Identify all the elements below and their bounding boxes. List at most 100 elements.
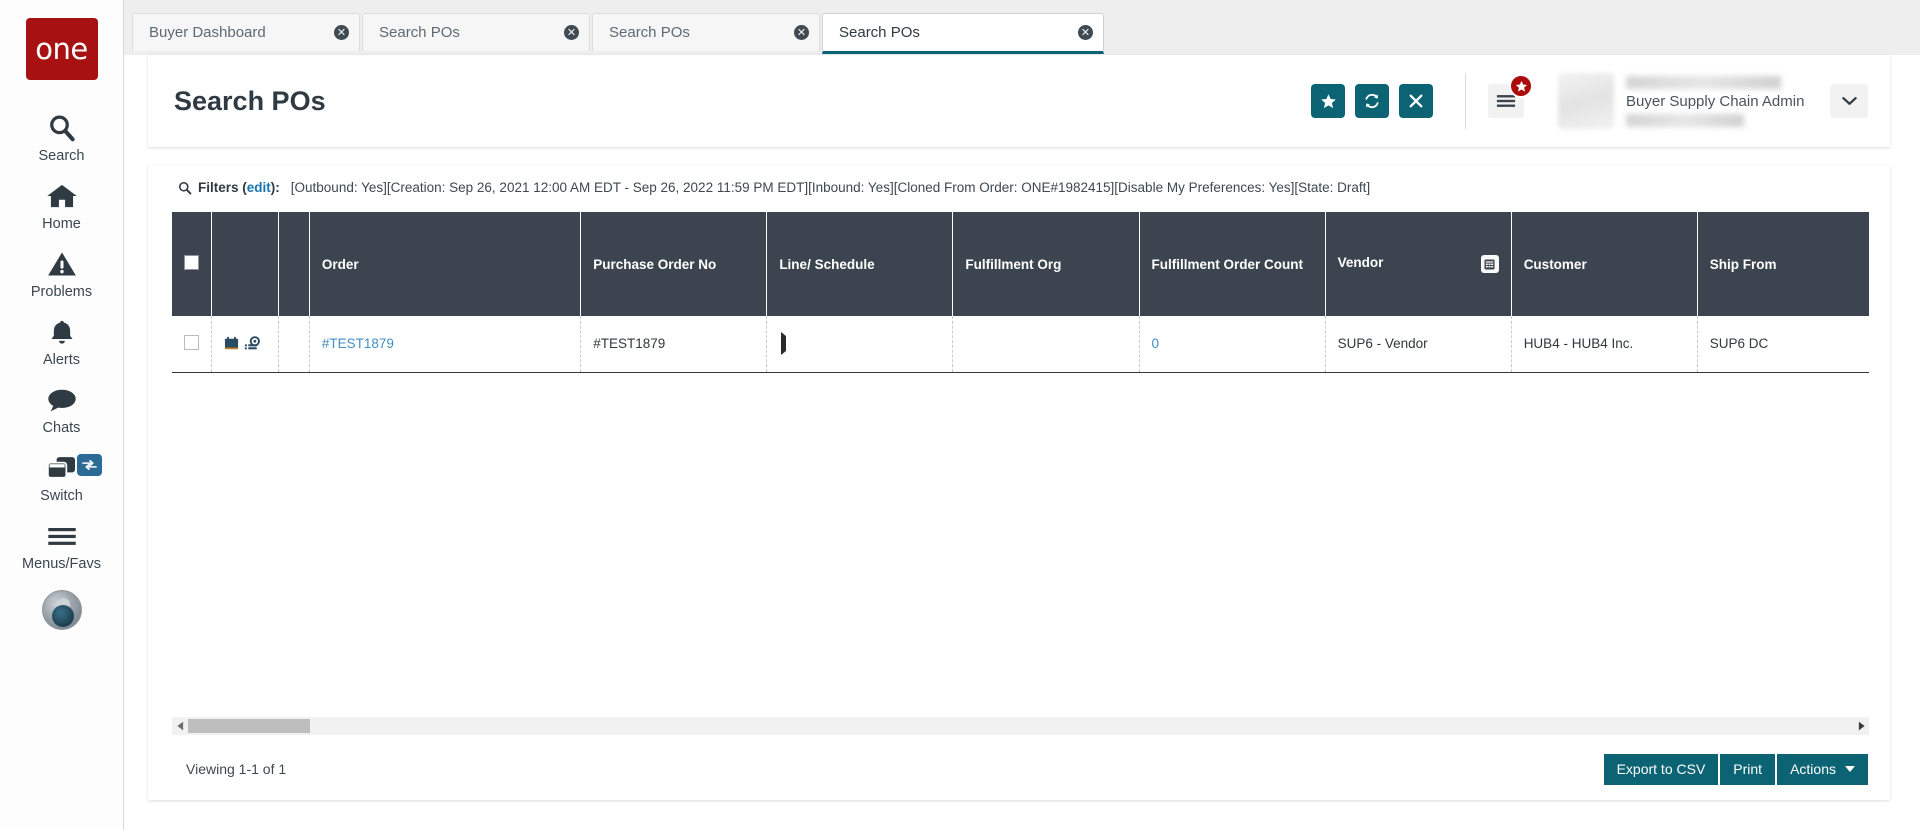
purchase-orders-table: Order Purchase Order No Line/ Schedule F… bbox=[172, 212, 1869, 373]
fulfillment-order-count-link[interactable]: 0 bbox=[1152, 336, 1160, 351]
rail-item-search[interactable]: Search bbox=[0, 102, 124, 170]
rail-item-problems[interactable]: Problems bbox=[0, 238, 124, 306]
tab-search-pos-1[interactable]: Search POs ✕ bbox=[362, 13, 590, 51]
hamburger-icon bbox=[46, 518, 78, 554]
rail-label: Switch bbox=[40, 488, 83, 504]
viewing-count: Viewing 1-1 of 1 bbox=[186, 761, 287, 777]
select-all-header bbox=[172, 212, 213, 316]
left-navigation-rail: one Search Home Problems Alerts Chats Sw… bbox=[0, 0, 124, 830]
refresh-button[interactable] bbox=[1355, 84, 1389, 118]
tab-search-pos-active[interactable]: Search POs ✕ bbox=[822, 13, 1104, 54]
search-icon bbox=[47, 110, 77, 146]
star-icon bbox=[1515, 80, 1527, 92]
table-body: #TEST1879 #TEST1879 0 SUP6 - Vendor HUB4… bbox=[172, 316, 1869, 372]
column-header-line-schedule[interactable]: Line/ Schedule bbox=[766, 212, 954, 316]
select-all-checkbox[interactable] bbox=[184, 255, 200, 270]
actions-button[interactable]: Actions bbox=[1777, 753, 1868, 785]
results-table-container: Order Purchase Order No Line/ Schedule F… bbox=[172, 212, 1869, 725]
tab-label: Search POs bbox=[839, 24, 920, 41]
content-card: Filters (edit): [Outbound: Yes][Creation… bbox=[148, 165, 1890, 800]
windows-stack-icon bbox=[45, 450, 79, 486]
cell-purchase-order-no: #TEST1879 bbox=[580, 316, 768, 372]
avatar[interactable] bbox=[41, 590, 82, 630]
brand-logo[interactable]: one bbox=[25, 18, 98, 80]
tab-label: Buyer Dashboard bbox=[149, 24, 266, 41]
rail-label: Alerts bbox=[42, 352, 81, 368]
cell-fulfillment-order-count: 0 bbox=[1139, 316, 1326, 372]
tab-label: Search POs bbox=[379, 24, 460, 41]
column-header-order[interactable]: Order bbox=[309, 212, 582, 316]
filters-edit-link[interactable]: edit bbox=[247, 180, 271, 195]
horizontal-scrollbar[interactable] bbox=[172, 717, 1869, 735]
rail-label: Problems bbox=[30, 284, 93, 300]
column-header-purchase-order-no[interactable]: Purchase Order No bbox=[580, 212, 768, 316]
star-icon bbox=[1320, 93, 1336, 108]
user-menu-button[interactable] bbox=[1830, 84, 1868, 118]
filters-bar: Filters (edit): [Outbound: Yes][Creation… bbox=[148, 165, 1890, 206]
favorite-button[interactable] bbox=[1311, 84, 1345, 118]
tab-search-pos-2[interactable]: Search POs ✕ bbox=[592, 13, 820, 51]
scrollbar-thumb[interactable] bbox=[188, 719, 310, 733]
rail-label: Menus/Favs bbox=[22, 556, 101, 572]
column-header-label: Vendor bbox=[1337, 255, 1384, 270]
rail-label: Home bbox=[42, 216, 81, 232]
column-header-vendor[interactable]: Vendor bbox=[1325, 212, 1512, 316]
close-icon[interactable]: ✕ bbox=[794, 25, 809, 40]
scrollbar-track[interactable] bbox=[188, 717, 1853, 735]
export-to-csv-button[interactable]: Export to CSV bbox=[1603, 753, 1719, 785]
cell-ship-from: SUP6 DC bbox=[1697, 316, 1869, 372]
magnifier-icon bbox=[178, 181, 192, 195]
scroll-right-arrow-icon[interactable] bbox=[1853, 717, 1869, 735]
row-icons-cell bbox=[211, 316, 279, 372]
chat-bubble-icon bbox=[46, 382, 78, 418]
close-icon[interactable]: ✕ bbox=[1078, 25, 1093, 40]
tab-buyer-dashboard[interactable]: Buyer Dashboard ✕ bbox=[132, 13, 360, 51]
row-spacer-cell bbox=[278, 316, 310, 372]
cell-order: #TEST1879 bbox=[309, 316, 582, 372]
grid-settings-icon[interactable] bbox=[1480, 255, 1499, 273]
table-footer: Viewing 1-1 of 1 Export to CSV Print Act… bbox=[148, 752, 1890, 786]
rail-label: Search bbox=[38, 148, 85, 164]
user-avatar[interactable] bbox=[1558, 73, 1614, 129]
history-clock-icon[interactable] bbox=[244, 336, 261, 351]
bell-icon bbox=[48, 314, 76, 350]
column-header-fulfillment-order-count[interactable]: Fulfillment Order Count bbox=[1139, 212, 1326, 316]
brand-logo-text: one bbox=[35, 31, 88, 66]
filters-label: Filters ( bbox=[198, 180, 247, 195]
row-checkbox[interactable] bbox=[184, 334, 200, 350]
filters-applied-text: [Outbound: Yes][Creation: Sep 26, 2021 1… bbox=[290, 180, 1371, 195]
expand-triangle-icon[interactable] bbox=[781, 332, 787, 356]
switch-toggle-badge[interactable] bbox=[76, 454, 102, 476]
cell-vendor: SUP6 - Vendor bbox=[1325, 316, 1512, 372]
rail-item-chats[interactable]: Chats bbox=[0, 374, 124, 442]
scroll-left-arrow-icon[interactable] bbox=[172, 717, 188, 735]
button-label: Actions bbox=[1790, 761, 1836, 777]
x-icon bbox=[1409, 94, 1423, 108]
home-icon bbox=[46, 178, 78, 214]
print-button[interactable]: Print bbox=[1720, 753, 1776, 785]
refresh-icon bbox=[1365, 93, 1379, 109]
column-header-ship-from[interactable]: Ship From bbox=[1697, 212, 1869, 316]
spacer-header bbox=[278, 212, 310, 316]
chevron-down-icon bbox=[1841, 97, 1857, 105]
rail-item-menus-favs[interactable]: Menus/Favs bbox=[0, 510, 124, 578]
page-header: Search POs Buyer Supply Chain Admin bbox=[148, 55, 1890, 147]
calendar-icon[interactable] bbox=[224, 336, 239, 351]
rail-label: Chats bbox=[42, 420, 81, 436]
close-button[interactable] bbox=[1399, 84, 1433, 118]
close-icon[interactable]: ✕ bbox=[564, 25, 579, 40]
button-label: Export to CSV bbox=[1616, 761, 1706, 777]
tab-label: Search POs bbox=[609, 24, 690, 41]
caret-down-icon bbox=[1845, 766, 1855, 772]
rail-item-home[interactable]: Home bbox=[0, 170, 124, 238]
close-icon[interactable]: ✕ bbox=[334, 25, 349, 40]
menus-favorites-button[interactable] bbox=[1488, 74, 1533, 118]
rail-item-switch[interactable]: Switch bbox=[0, 442, 124, 510]
rail-item-alerts[interactable]: Alerts bbox=[0, 306, 124, 374]
user-info: Buyer Supply Chain Admin bbox=[1626, 75, 1816, 127]
table-row[interactable]: #TEST1879 #TEST1879 0 SUP6 - Vendor HUB4… bbox=[172, 316, 1869, 372]
column-header-fulfillment-org[interactable]: Fulfillment Org bbox=[952, 212, 1140, 316]
order-link[interactable]: #TEST1879 bbox=[322, 336, 394, 351]
column-header-customer[interactable]: Customer bbox=[1511, 212, 1698, 316]
page-title: Search POs bbox=[174, 85, 326, 116]
